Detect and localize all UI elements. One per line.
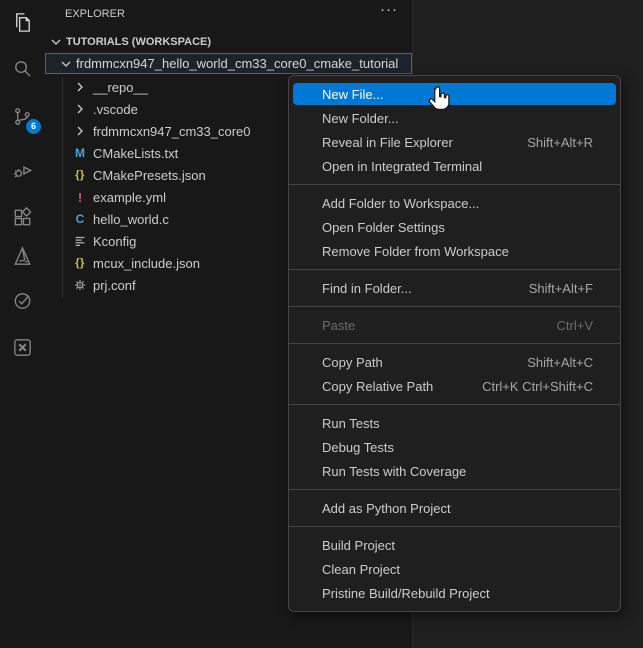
tree-item-label: frdmmcxn947_cm33_core0 — [93, 123, 251, 139]
menu-item-label: Open in Integrated Terminal — [322, 158, 483, 174]
menu-item-label: Open Folder Settings — [322, 219, 445, 235]
menu-item-open-in-integrated-terminal[interactable]: Open in Integrated Terminal — [293, 155, 616, 177]
menu-item-pristine-build-rebuild-project[interactable]: Pristine Build/Rebuild Project — [293, 582, 616, 604]
more-actions-button[interactable]: ··· — [380, 1, 398, 18]
menu-item-copy-path[interactable]: Copy Path Shift+Alt+C — [293, 351, 616, 373]
run-debug-icon — [11, 159, 34, 182]
indent-guide — [62, 78, 63, 298]
menu-section: Run Tests Debug Tests Run Tests with Cov… — [289, 404, 620, 489]
menu-item-open-folder-settings[interactable]: Open Folder Settings — [293, 216, 616, 238]
menu-section: Paste Ctrl+V — [289, 306, 620, 343]
activity-source-control-button[interactable]: 6 — [0, 96, 45, 136]
activity-cmake-button[interactable] — [0, 236, 45, 276]
tree-item-label: CMakePresets.json — [93, 167, 206, 183]
menu-item-new-file[interactable]: New File... — [293, 83, 616, 105]
tree-item-label: .vscode — [93, 101, 138, 117]
chevron-right-icon — [72, 101, 88, 117]
menu-item-label: Find in Folder... — [322, 280, 412, 296]
activity-bar: 6 — [0, 0, 45, 648]
tree-item-label: hello_world.c — [93, 211, 169, 227]
cmake-icon — [11, 245, 34, 268]
menu-item-label: Reveal in File Explorer — [322, 134, 453, 150]
menu-item-reveal-in-file-explorer[interactable]: Reveal in File Explorer Shift+Alt+R — [293, 131, 616, 153]
menu-item-add-folder-to-workspace[interactable]: Add Folder to Workspace... — [293, 192, 616, 214]
menu-item-shortcut: Shift+Alt+F — [528, 280, 593, 296]
extensions-icon — [11, 206, 34, 229]
menu-item-label: Copy Path — [322, 354, 383, 370]
menu-item-label: Add Folder to Workspace... — [322, 195, 480, 211]
menu-item-label: Build Project — [322, 537, 395, 553]
activity-test-button[interactable] — [0, 280, 45, 320]
menu-section: Copy Path Shift+Alt+C Copy Relative Path… — [289, 343, 620, 404]
tree-item-label: CMakeLists.txt — [93, 145, 179, 161]
menu-item-clean-project[interactable]: Clean Project — [293, 558, 616, 580]
menu-item-label: Run Tests — [322, 415, 380, 431]
selected-folder-label: frdmmcxn947_hello_world_cm33_core0_cmake… — [76, 56, 399, 71]
menu-item-label: Debug Tests — [322, 439, 395, 455]
activity-run-debug-button[interactable] — [0, 150, 45, 190]
menu-item-build-project[interactable]: Build Project — [293, 534, 616, 556]
menu-item-label: Paste — [322, 317, 356, 333]
menu-item-label: Add as Python Project — [322, 500, 451, 516]
menu-item-add-as-python-project[interactable]: Add as Python Project — [293, 497, 616, 519]
menu-section: Add Folder to Workspace... Open Folder S… — [289, 184, 620, 269]
chevron-down-icon — [58, 56, 74, 72]
menu-item-new-folder[interactable]: New Folder... — [293, 107, 616, 129]
chevron-right-icon — [72, 79, 88, 95]
menu-item-shortcut: Shift+Alt+C — [527, 354, 593, 370]
selected-folder-item[interactable]: frdmmcxn947_hello_world_cm33_core0_cmake… — [45, 53, 412, 74]
gear-file-icon — [72, 278, 88, 292]
menu-section: Find in Folder... Shift+Alt+F — [289, 269, 620, 306]
menu-item-run-tests[interactable]: Run Tests — [293, 412, 616, 434]
menu-item-run-tests-with-coverage[interactable]: Run Tests with Coverage — [293, 460, 616, 482]
workspace-label: TUTORIALS (WORKSPACE) — [66, 36, 212, 48]
workspace-root-item[interactable]: TUTORIALS (WORKSPACE) — [45, 31, 412, 53]
menu-item-copy-relative-path[interactable]: Copy Relative Path Ctrl+K Ctrl+Shift+C — [293, 375, 616, 397]
menu-item-label: Remove Folder from Workspace — [322, 243, 509, 259]
x-extension-icon — [11, 336, 34, 359]
menu-item-shortcut: Ctrl+K Ctrl+Shift+C — [482, 378, 593, 394]
yaml-file-icon: ! — [77, 189, 83, 205]
menu-item-shortcut: Shift+Alt+R — [527, 134, 593, 150]
menu-item-label: Pristine Build/Rebuild Project — [322, 585, 490, 601]
json-file-icon: {} — [75, 169, 85, 181]
chevron-down-icon — [48, 34, 64, 50]
menu-item-debug-tests[interactable]: Debug Tests — [293, 436, 616, 458]
activity-search-button[interactable] — [0, 48, 45, 88]
json-file-icon: {} — [75, 257, 85, 269]
cmake-file-icon: M — [75, 146, 85, 160]
menu-section: Build Project Clean Project Pristine Bui… — [289, 526, 620, 611]
tree-item-label: prj.conf — [93, 277, 136, 293]
menu-item-label: Run Tests with Coverage — [322, 463, 467, 479]
explorer-title: EXPLORER — [65, 8, 125, 20]
tree-item-label: example.yml — [93, 189, 166, 205]
menu-section: New File... New Folder... Reveal in File… — [289, 76, 620, 184]
search-icon — [11, 57, 34, 80]
menu-item-paste: Paste Ctrl+V — [293, 314, 616, 336]
chevron-right-icon — [72, 123, 88, 139]
menu-item-label: New File... — [322, 86, 384, 102]
context-menu: New File... New Folder... Reveal in File… — [288, 75, 621, 612]
list-file-icon — [72, 234, 88, 248]
activity-extensions-button[interactable] — [0, 197, 45, 237]
menu-section: Add as Python Project — [289, 489, 620, 526]
c-file-icon: C — [75, 212, 85, 226]
menu-item-label: Copy Relative Path — [322, 378, 434, 394]
menu-item-find-in-folder[interactable]: Find in Folder... Shift+Alt+F — [293, 277, 616, 299]
tree-item-label: __repo__ — [93, 79, 148, 95]
menu-item-remove-folder-from-workspace[interactable]: Remove Folder from Workspace — [293, 240, 616, 262]
files-icon — [11, 11, 34, 34]
activity-explorer-button[interactable] — [0, 2, 45, 42]
tree-item-label: mcux_include.json — [93, 255, 200, 271]
source-control-badge: 6 — [26, 119, 41, 134]
test-check-icon — [11, 289, 34, 312]
activity-mcuxpresso-button[interactable] — [0, 327, 45, 367]
menu-item-label: New Folder... — [322, 110, 399, 126]
tree-item-label: Kconfig — [93, 233, 137, 249]
menu-item-label: Clean Project — [322, 561, 401, 577]
menu-item-shortcut: Ctrl+V — [556, 317, 593, 333]
